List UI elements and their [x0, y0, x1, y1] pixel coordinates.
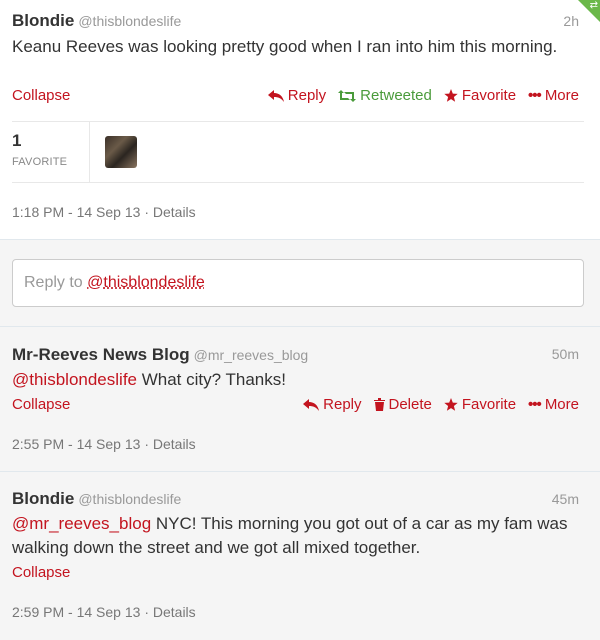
- reply-tweet: Mr-Reeves News Blog @mr_reeves_blog 50m @…: [0, 328, 600, 472]
- more-button[interactable]: ••• More: [528, 87, 579, 104]
- details-link[interactable]: Details: [153, 604, 196, 620]
- main-tweet: ⇄ Blondie @thisblondeslife 2h Keanu Reeve…: [0, 0, 600, 240]
- retweeted-button[interactable]: Retweeted: [338, 87, 432, 104]
- details-link[interactable]: Details: [153, 436, 196, 452]
- tweet-timestamp[interactable]: 1:18 PM - 14 Sep 13: [12, 204, 140, 220]
- retweeted-label: Retweeted: [360, 87, 432, 104]
- favorite-button[interactable]: Favorite: [444, 87, 516, 104]
- tweet-timestamp[interactable]: 2:59 PM - 14 Sep 13: [12, 604, 140, 620]
- author-handle[interactable]: @thisblondeslife: [78, 491, 181, 507]
- mention-link[interactable]: @thisblondeslife: [12, 370, 137, 389]
- delete-button[interactable]: Delete: [373, 396, 432, 413]
- favorite-label: Favorite: [461, 87, 517, 104]
- reply-button[interactable]: Reply: [303, 396, 362, 413]
- collapse-link[interactable]: Collapse: [12, 396, 70, 413]
- retweet-corner-icon: ⇄: [589, 0, 598, 11]
- tweet-actions: Reply Retweeted Favorite ••• More: [267, 87, 579, 104]
- favorites-count: 1: [12, 131, 22, 150]
- details-link[interactable]: Details: [153, 204, 196, 220]
- author-name[interactable]: Blondie: [12, 11, 74, 30]
- trash-icon: [373, 398, 385, 411]
- tweet-meta: 2:59 PM - 14 Sep 13 · Details: [12, 604, 196, 620]
- reply-input[interactable]: Reply to @thisblondeslife: [12, 259, 584, 307]
- ellipsis-icon: •••: [528, 396, 542, 413]
- author-handle[interactable]: @thisblondeslife: [78, 13, 181, 29]
- tweet-text: @thisblondeslife What city? Thanks!: [12, 370, 286, 389]
- tweet-text: Keanu Reeves was looking pretty good whe…: [12, 37, 558, 56]
- reply-label: Reply: [287, 87, 327, 104]
- reply-area: Reply to @thisblondeslife: [0, 241, 600, 327]
- favorites-label: FAVORITE: [12, 156, 68, 168]
- tweet-actions: Reply Delete Favorite ••• More: [303, 396, 579, 413]
- collapse-link[interactable]: Collapse: [12, 564, 70, 581]
- reply-label: Reply: [323, 396, 362, 413]
- favorite-label: Favorite: [461, 396, 517, 413]
- more-label: More: [544, 87, 579, 104]
- reply-tweet: Blondie @thisblondeslife 45m @mr_reeves_b…: [0, 473, 600, 640]
- collapse-link[interactable]: Collapse: [12, 87, 70, 104]
- author-handle[interactable]: @mr_reeves_blog: [194, 347, 309, 363]
- reply-mention: @thisblondeslife: [87, 274, 205, 291]
- tweet-text: @mr_reeves_blog NYC! This morning you go…: [12, 514, 568, 557]
- reply-prefix: Reply to: [24, 274, 83, 291]
- reply-arrow-icon: [303, 398, 320, 411]
- favoriter-avatar[interactable]: [105, 136, 137, 168]
- tweet-meta: 1:18 PM - 14 Sep 13 · Details: [12, 204, 196, 220]
- tweet-time-ago[interactable]: 2h: [563, 13, 579, 29]
- author-name[interactable]: Blondie: [12, 489, 74, 508]
- tweet-timestamp[interactable]: 2:55 PM - 14 Sep 13: [12, 436, 140, 452]
- tweet-header: Mr-Reeves News Blog @mr_reeves_blog: [12, 345, 308, 365]
- tweet-time-ago[interactable]: 50m: [552, 346, 579, 362]
- more-button[interactable]: ••• More: [528, 396, 579, 413]
- tweet-stats: 1 FAVORITE: [12, 121, 584, 183]
- author-name[interactable]: Mr-Reeves News Blog: [12, 345, 190, 364]
- star-icon: [444, 88, 458, 102]
- mention-link[interactable]: @mr_reeves_blog: [12, 514, 151, 533]
- star-icon: [444, 397, 458, 411]
- tweet-meta: 2:55 PM - 14 Sep 13 · Details: [12, 436, 196, 452]
- delete-label: Delete: [388, 396, 432, 413]
- tweet-header: Blondie @thisblondeslife: [12, 11, 181, 31]
- reply-button[interactable]: Reply: [267, 87, 327, 104]
- tweet-time-ago[interactable]: 45m: [552, 491, 579, 507]
- favorite-button[interactable]: Favorite: [444, 396, 516, 413]
- ellipsis-icon: •••: [528, 87, 542, 104]
- favorites-stat[interactable]: 1 FAVORITE: [12, 122, 90, 183]
- more-label: More: [544, 396, 579, 413]
- tweet-header: Blondie @thisblondeslife: [12, 489, 181, 509]
- retweet-icon: [338, 89, 357, 102]
- reply-arrow-icon: [267, 89, 284, 102]
